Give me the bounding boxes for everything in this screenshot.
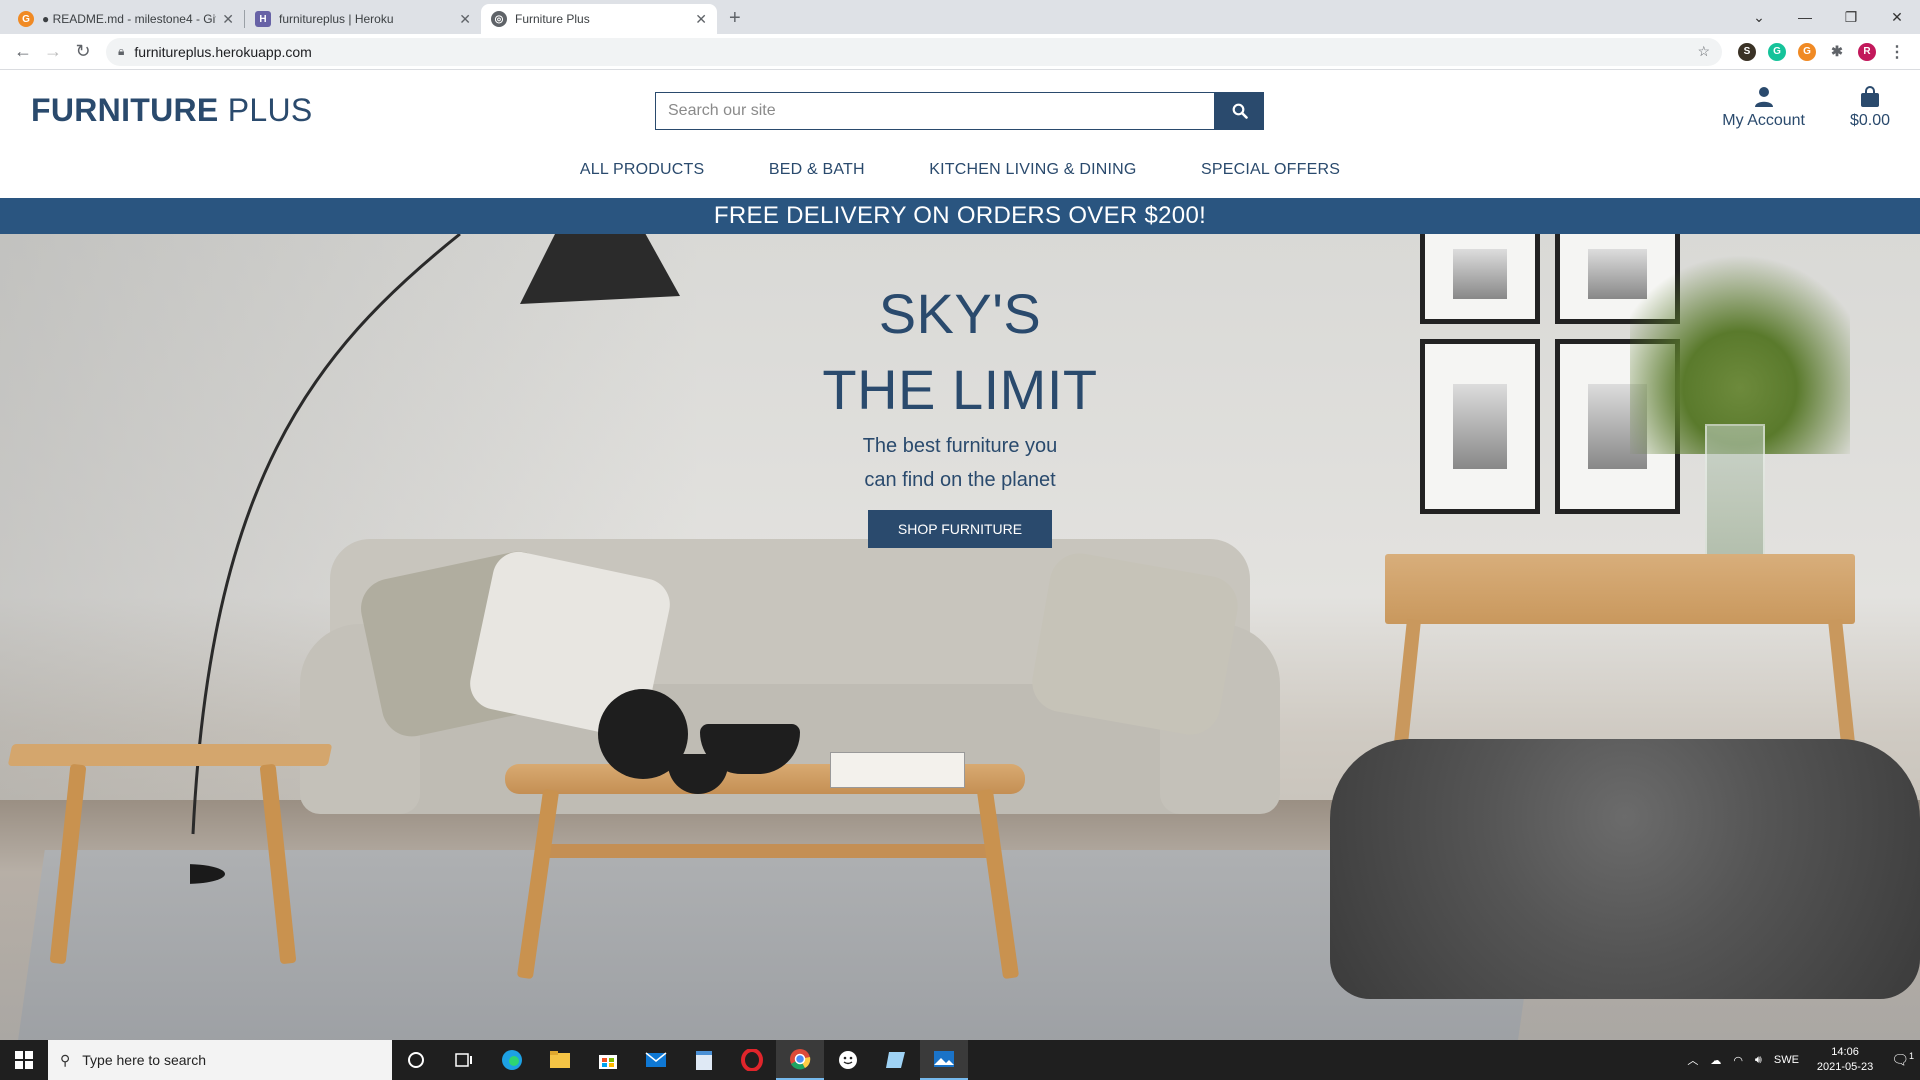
language-indicator[interactable]: SWE — [1774, 1054, 1799, 1066]
window-controls: ⌄ — ❐ ✕ — [1736, 0, 1920, 34]
task-view-icon[interactable] — [440, 1040, 488, 1080]
extensions-area: S G G ✱ R ⋮ — [1732, 42, 1912, 61]
windows-logo-icon — [15, 1051, 33, 1069]
clock-date: 2021-05-23 — [1816, 1061, 1874, 1073]
forward-icon[interactable]: → — [38, 41, 68, 62]
user-icon — [1754, 87, 1773, 107]
taskbar-search-box[interactable]: ⚲ Type here to search — [48, 1040, 392, 1080]
taskbar-apps — [392, 1040, 968, 1080]
hero-title-line2: THE LIMIT — [822, 358, 1098, 421]
bookmark-star-icon[interactable]: ☆ — [1697, 43, 1710, 60]
back-icon[interactable]: ← — [8, 41, 38, 62]
site-logo[interactable]: FURNITURE PLUS — [31, 92, 313, 129]
hero-title-line1: SKY'S — [878, 282, 1042, 345]
url-text: furnitureplus.herokuapp.com — [134, 43, 312, 60]
site-header: FURNITURE PLUS My Account $0.00 ALL PROD… — [0, 70, 1920, 198]
close-tab-icon[interactable]: ✕ — [695, 11, 707, 28]
gitpod-extension-icon[interactable]: G — [1798, 42, 1816, 61]
tab-readme[interactable]: G ● README.md - milestone4 - Git ✕ — [8, 4, 244, 34]
menu-kebab-icon[interactable]: ⋮ — [1888, 42, 1906, 61]
hero-content: SKY'S THE LIMIT The best furniture you c… — [0, 276, 1920, 548]
website-viewport: FURNITURE PLUS My Account $0.00 ALL PROD… — [0, 70, 1920, 1040]
nav-kitchen-living-dining[interactable]: KITCHEN LIVING & DINING — [929, 161, 1136, 179]
close-window-button[interactable]: ✕ — [1874, 9, 1920, 26]
new-tab-button[interactable]: + — [729, 7, 741, 30]
search-input[interactable] — [655, 92, 1215, 130]
hero-subtitle-line2: can find on the planet — [864, 469, 1056, 491]
tab-title: ● README.md - milestone4 - Git — [42, 12, 217, 26]
search-icon: ⚲ — [60, 1051, 71, 1068]
notepad-icon[interactable] — [680, 1040, 728, 1080]
network-icon[interactable]: ◠ — [1733, 1054, 1743, 1067]
logo-bold-text: FURNITURE — [31, 92, 219, 128]
restore-button[interactable]: ❐ — [1828, 9, 1874, 26]
address-bar: ← → ↻ 🔒︎ furnitureplus.herokuapp.com ☆ S… — [0, 34, 1920, 70]
lock-icon[interactable]: 🔒︎ — [118, 44, 124, 59]
tab-title: Furniture Plus — [515, 12, 590, 26]
clock[interactable]: 14:06 2021-05-23 — [1817, 1045, 1873, 1075]
puzzle-extensions-icon[interactable]: ✱ — [1828, 42, 1846, 61]
file-explorer-icon[interactable] — [536, 1040, 584, 1080]
tab-heroku[interactable]: H furnitureplus | Heroku ✕ — [245, 4, 481, 34]
minimize-button[interactable]: — — [1782, 9, 1828, 25]
heroku-icon: H — [255, 11, 271, 27]
cart-total: $0.00 — [1849, 112, 1890, 129]
system-tray: ︿ ☁ ◠ 🔊︎ SWE 14:06 2021-05-23 🗨︎1 — [1681, 1040, 1920, 1080]
shop-furniture-button[interactable]: SHOP FURNITURE — [867, 510, 1053, 548]
start-button[interactable] — [0, 1040, 48, 1080]
chevron-up-icon[interactable]: ︿ — [1687, 1052, 1698, 1068]
profile-avatar[interactable]: R — [1858, 42, 1876, 61]
main-nav: ALL PRODUCTS BED & BATH KITCHEN LIVING &… — [0, 161, 1920, 179]
opera-icon[interactable] — [728, 1040, 776, 1080]
mail-icon[interactable] — [632, 1040, 680, 1080]
onedrive-icon[interactable]: ☁ — [1710, 1054, 1721, 1067]
store-icon[interactable] — [584, 1040, 632, 1080]
url-field[interactable]: 🔒︎ furnitureplus.herokuapp.com ☆ — [106, 37, 1722, 66]
delivery-banner: FREE DELIVERY ON ORDERS OVER $200! — [0, 198, 1920, 234]
windows-taskbar: ⚲ Type here to search ︿ ☁ ◠ 🔊︎ SWE 14:06… — [0, 1040, 1920, 1080]
hero-subtitle-line1: The best furniture you — [862, 435, 1058, 457]
hero-section: SKY'S THE LIMIT The best furniture you c… — [0, 234, 1920, 1040]
tab-title: furnitureplus | Heroku — [279, 12, 394, 26]
tab-search-icon[interactable]: ⌄ — [1736, 9, 1782, 26]
my-account-label: My Account — [1722, 112, 1805, 129]
volume-icon[interactable]: 🔊︎ — [1755, 1054, 1762, 1067]
taskbar-search-placeholder: Type here to search — [82, 1052, 207, 1068]
shopping-bag-icon — [1860, 86, 1879, 107]
close-tab-icon[interactable]: ✕ — [459, 11, 471, 28]
cortana-icon[interactable] — [392, 1040, 440, 1080]
extension-icon[interactable]: S — [1738, 42, 1756, 61]
editor-app-icon[interactable] — [872, 1040, 920, 1080]
globe-icon: ◎ — [491, 11, 507, 27]
search-icon — [1232, 103, 1248, 119]
my-account-link[interactable]: My Account — [1722, 86, 1805, 130]
browser-tab-strip: G ● README.md - milestone4 - Git ✕ H fur… — [0, 0, 1920, 34]
grammarly-icon[interactable]: G — [1768, 42, 1786, 61]
logo-light-text: PLUS — [227, 92, 313, 128]
edge-icon[interactable] — [488, 1040, 536, 1080]
chrome-icon[interactable] — [776, 1040, 824, 1080]
reload-icon[interactable]: ↻ — [68, 41, 98, 62]
cart-link[interactable]: $0.00 — [1850, 86, 1890, 130]
site-search — [655, 92, 1264, 130]
gitpod-icon: G — [18, 11, 34, 27]
clock-time: 14:06 — [1831, 1046, 1859, 1058]
photos-icon[interactable] — [920, 1040, 968, 1080]
close-tab-icon[interactable]: ✕ — [222, 11, 234, 28]
notification-count: 1 — [1908, 1051, 1914, 1062]
notification-icon[interactable]: 🗨︎1 — [1891, 1051, 1914, 1069]
tab-furniture-plus[interactable]: ◎ Furniture Plus ✕ — [481, 4, 717, 34]
nav-special-offers[interactable]: SPECIAL OFFERS — [1201, 161, 1340, 179]
nav-bed-bath[interactable]: BED & BATH — [769, 161, 865, 179]
nav-all-products[interactable]: ALL PRODUCTS — [580, 161, 705, 179]
search-button[interactable] — [1215, 92, 1264, 130]
smiley-app-icon[interactable] — [824, 1040, 872, 1080]
